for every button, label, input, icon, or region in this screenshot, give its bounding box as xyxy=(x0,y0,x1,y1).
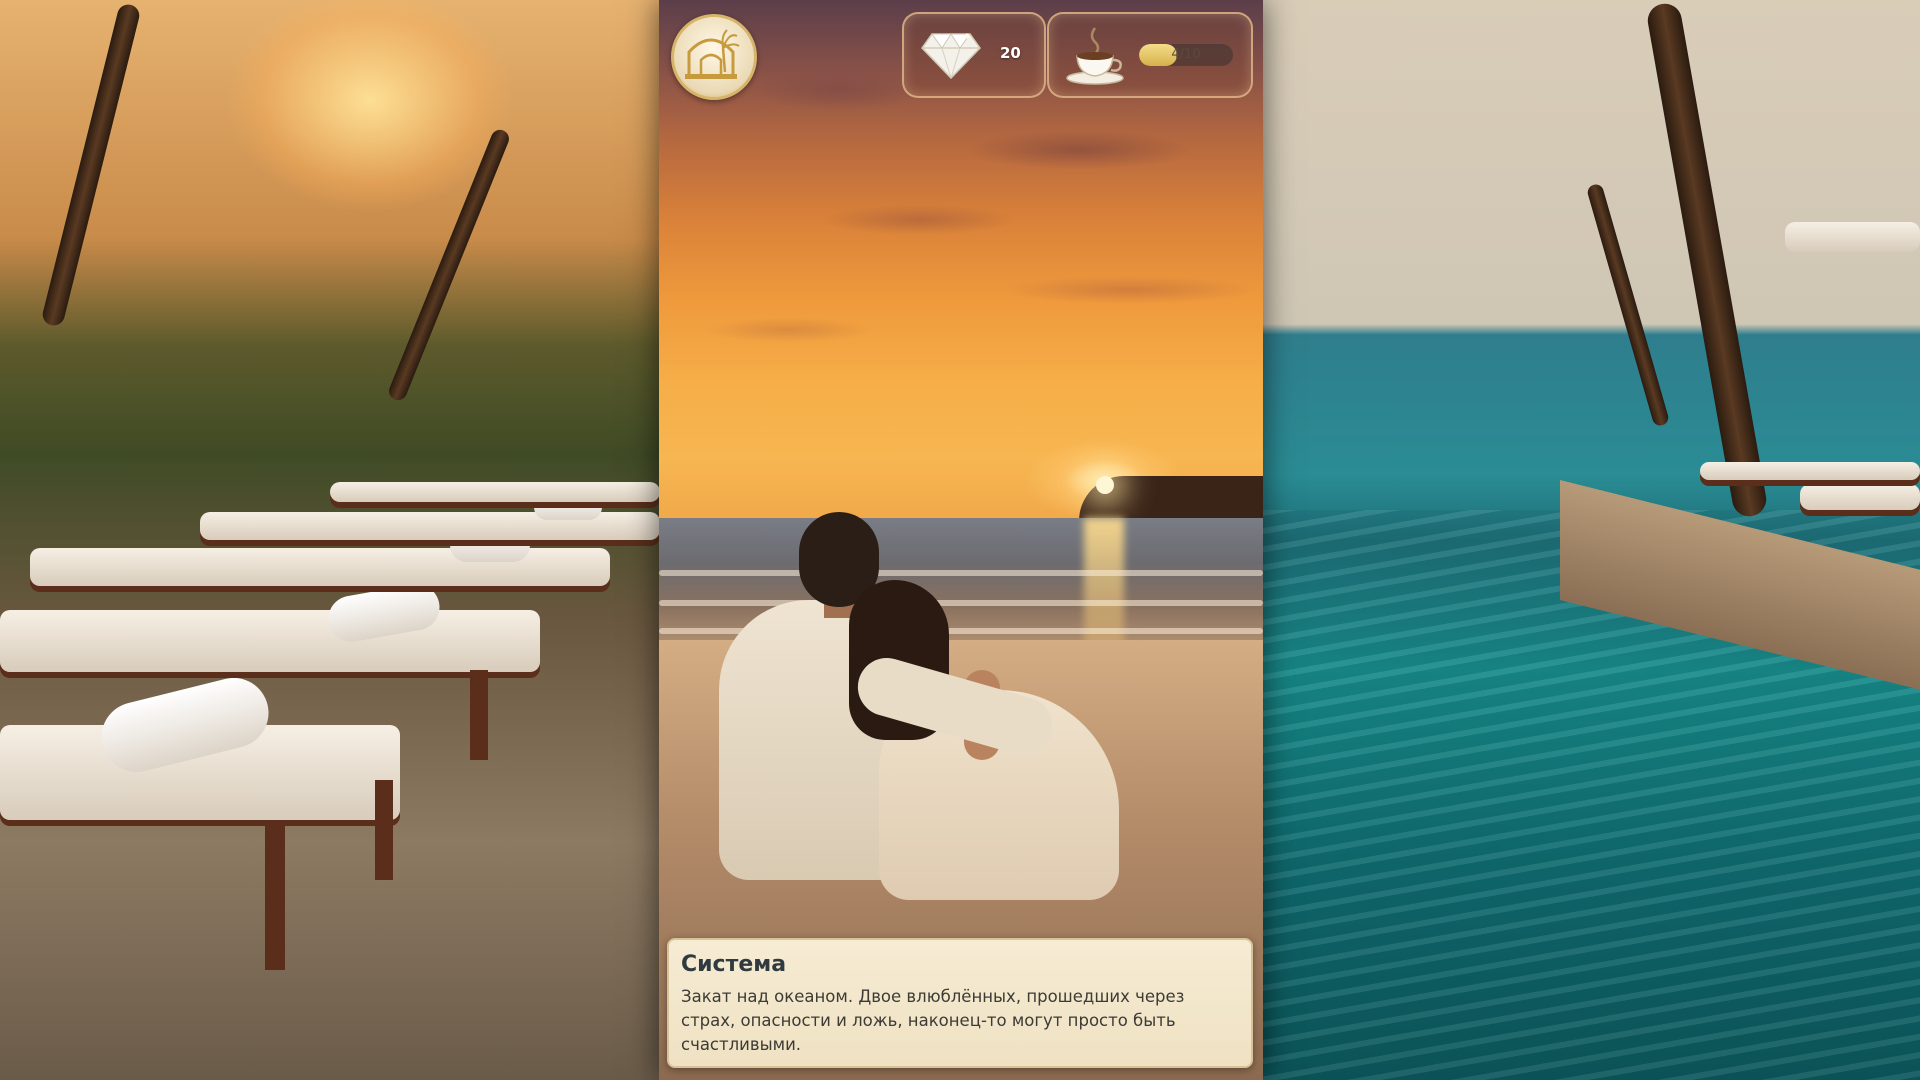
coffee-cup-icon xyxy=(1066,27,1124,85)
sun xyxy=(1096,476,1114,494)
dialogue-text: Закат над океаном. Двое влюблённых, прош… xyxy=(681,987,1185,1054)
cabana-roof xyxy=(1785,222,1920,252)
wave-foam xyxy=(659,600,1263,606)
palace-logo-icon xyxy=(685,29,740,79)
lounger-cushion xyxy=(0,610,540,672)
lounger-frame xyxy=(265,820,285,970)
gems-count: 20 xyxy=(1000,44,1021,62)
scene-illustration xyxy=(659,0,1263,1080)
energy-label: 4/10 xyxy=(1171,47,1201,62)
lounger-cushion xyxy=(330,482,660,502)
diamond-icon xyxy=(921,33,981,80)
speaker-name: Система xyxy=(681,952,787,977)
lounger-frame xyxy=(470,670,488,760)
dialogue-box[interactable]: Система Закат над океаном. Двое влюблённ… xyxy=(667,938,1253,1068)
lounger-cushion xyxy=(1800,484,1920,510)
lounger-frame xyxy=(375,780,393,880)
energy-meter[interactable]: 4/10 xyxy=(1047,12,1253,98)
game-logo-button[interactable] xyxy=(671,14,757,100)
gems-counter[interactable]: 20 xyxy=(902,12,1046,98)
game-viewport[interactable]: 20 4/10 Система Закат над океаном. Двое … xyxy=(659,0,1263,1080)
wave-foam xyxy=(659,570,1263,576)
energy-progress-bar: 4/10 xyxy=(1139,44,1233,66)
lounger-cushion xyxy=(1700,462,1920,480)
